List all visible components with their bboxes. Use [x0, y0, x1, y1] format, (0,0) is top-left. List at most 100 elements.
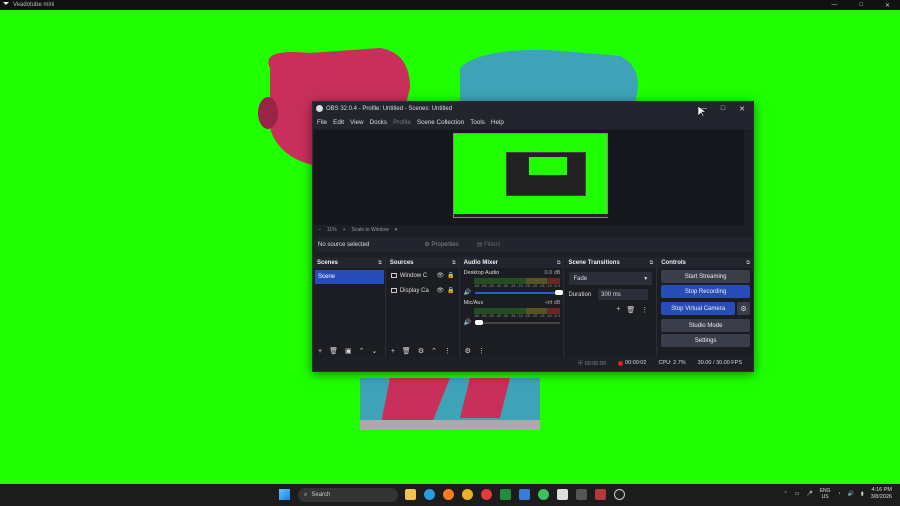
app-blue-icon[interactable] — [519, 489, 530, 500]
dock-menu-icon[interactable]: ⧉ — [378, 260, 382, 266]
mixer-channel: Mic/Aux -inf dB -60 -55 -50 -45 -40 -35 -… — [461, 298, 564, 328]
dock-menu-icon[interactable]: ⧉ — [557, 260, 561, 266]
menu-tools[interactable]: Tools — [470, 119, 485, 126]
volume-icon[interactable]: 🔊 — [848, 491, 854, 497]
microphone-icon[interactable]: 🎤 — [806, 491, 812, 497]
language-indicator[interactable]: ENG US — [820, 488, 831, 500]
zoom-level: 11% — [326, 227, 337, 233]
windows-start-icon[interactable] — [279, 489, 290, 500]
veadotube-icon[interactable] — [595, 489, 606, 500]
chevron-up-icon[interactable]: ⌃ — [784, 491, 788, 497]
app-dark-icon[interactable] — [576, 489, 587, 500]
excel-icon[interactable] — [500, 489, 511, 500]
wifi-icon[interactable]: ◔ — [838, 491, 841, 497]
edge-icon[interactable] — [424, 489, 435, 500]
eye-icon[interactable]: 👁 — [437, 272, 445, 279]
menu-docks[interactable]: Docks — [370, 119, 388, 126]
more-icon[interactable]: ⋮ — [478, 347, 485, 355]
docks-area: Scenes ⧉ Scene + 🗑 ▣ ⌃ ⌄ Sources ⧉ Window … — [314, 257, 754, 357]
system-tray: ⌃ ▭ 🎤 ENG US ◔ 🔊 ▮ 4:16 PM 3/8/2026 — [784, 487, 892, 501]
channel-db: 0.0 dB — [544, 270, 561, 276]
obs-window: OBS 32.0.4 - Profile: Untitled - Scenes:… — [312, 101, 754, 372]
settings-button[interactable]: Settings — [661, 334, 750, 347]
no-source-label: No source selected — [318, 241, 370, 248]
trash-icon[interactable]: 🗑 — [329, 347, 338, 355]
up-icon[interactable]: ⌃ — [359, 347, 365, 355]
battery-icon[interactable]: ▮ — [861, 491, 864, 497]
chrome-icon[interactable] — [462, 489, 473, 500]
taskbar-search[interactable]: ⌕ Search — [298, 488, 398, 502]
filters-button[interactable]: ▤ Filters — [477, 241, 501, 248]
preview-canvas[interactable] — [314, 130, 744, 225]
obs-close-icon[interactable]: ✕ — [739, 105, 745, 113]
zoom-in-icon[interactable]: + — [343, 227, 346, 233]
menu-edit[interactable]: Edit — [333, 119, 344, 126]
down-icon[interactable]: ⌄ — [371, 347, 377, 355]
obs-menubar: File Edit View Docks Profile Scene Colle… — [313, 115, 753, 129]
scale-mode[interactable]: Scale to Window — [351, 227, 388, 233]
source-item[interactable]: Window C 👁 🔒 — [387, 268, 459, 283]
zoom-out-icon[interactable]: − — [318, 227, 321, 233]
zoom-bar: − 11% + Scale to Window ▾ — [314, 225, 744, 235]
menu-help[interactable]: Help — [491, 119, 504, 126]
channel-db: -inf dB — [544, 300, 561, 306]
add-icon[interactable]: + — [318, 348, 322, 355]
trash-icon[interactable]: 🗑 — [626, 306, 635, 314]
lock-icon[interactable]: 🔒 — [447, 287, 454, 294]
menu-scene-collection[interactable]: Scene Collection — [417, 119, 464, 126]
eye-icon[interactable]: 👁 — [437, 287, 445, 294]
obs-icon[interactable] — [614, 489, 625, 500]
obs-titlebar: OBS 32.0.4 - Profile: Untitled - Scenes:… — [313, 102, 753, 115]
maximize-icon[interactable]: □ — [859, 2, 863, 9]
menu-profile[interactable]: Profile — [393, 119, 411, 126]
minimize-icon[interactable]: — — [831, 2, 837, 9]
volume-slider[interactable]: 🔊 — [464, 289, 564, 296]
studio-mode-button[interactable]: Studio Mode — [661, 319, 750, 332]
chrome-dev-icon[interactable] — [538, 489, 549, 500]
scenes-title: Scenes — [317, 259, 339, 266]
dock-menu-icon[interactable]: ⧉ — [650, 260, 654, 266]
dock-menu-icon[interactable]: ⧉ — [746, 260, 750, 266]
trash-icon[interactable]: 🗑 — [402, 347, 411, 355]
duration-input[interactable]: 300 ms — [598, 289, 649, 300]
speaker-icon[interactable]: 🔊 — [464, 289, 471, 296]
usb-icon[interactable]: ▭ — [795, 491, 800, 497]
dock-menu-icon[interactable]: ⧉ — [452, 260, 456, 266]
mouse-cursor-icon — [698, 106, 706, 118]
stop-recording-button[interactable]: Stop Recording — [661, 285, 750, 298]
snipping-tool-icon[interactable] — [557, 489, 568, 500]
lock-icon[interactable]: 🔒 — [447, 272, 454, 279]
more-icon[interactable]: ⋮ — [641, 306, 648, 314]
source-item[interactable]: Display Ca 👁 🔒 — [387, 283, 459, 298]
scene-item[interactable]: Scene — [315, 270, 384, 284]
properties-button[interactable]: ⚙ Properties — [424, 241, 458, 248]
menu-view[interactable]: View — [350, 119, 364, 126]
controls-dock: Controls ⧉ Start Streaming Stop Recording… — [658, 257, 754, 357]
firefox-icon[interactable] — [443, 489, 454, 500]
stop-virtual-camera-button[interactable]: Stop Virtual Camera — [661, 302, 735, 315]
more-icon[interactable]: ⋮ — [444, 347, 451, 355]
transition-select[interactable]: Fade ▼ — [569, 272, 653, 285]
gear-icon[interactable]: ⚙ — [418, 347, 424, 355]
mixer-settings-icon[interactable]: ⚙ — [465, 347, 471, 355]
volume-meter — [473, 308, 561, 314]
close-icon[interactable]: ✕ — [885, 2, 890, 9]
clock[interactable]: 4:16 PM 3/8/2026 — [871, 487, 892, 501]
speaker-icon[interactable]: 🔊 — [464, 319, 471, 326]
menu-file[interactable]: File — [317, 119, 327, 126]
chevron-down-icon[interactable]: ▾ — [395, 227, 398, 233]
file-explorer-icon[interactable] — [405, 489, 416, 500]
obs-window-title: OBS 32.0.4 - Profile: Untitled - Scenes:… — [326, 105, 453, 112]
filter-icon[interactable]: ▣ — [345, 347, 352, 355]
record-status: 00:00:02 — [618, 360, 646, 366]
gear-icon[interactable]: ⚙ — [737, 302, 750, 315]
add-icon[interactable]: + — [391, 348, 395, 355]
add-icon[interactable]: + — [616, 306, 620, 314]
veadotube-logo-icon — [3, 2, 9, 8]
obs-maximize-icon[interactable]: □ — [721, 105, 725, 113]
source-info-bar: No source selected ⚙ Properties ▤ Filter… — [314, 237, 754, 252]
app-red-icon[interactable] — [481, 489, 492, 500]
start-streaming-button[interactable]: Start Streaming — [661, 270, 750, 283]
volume-slider[interactable]: 🔊 — [464, 319, 561, 326]
up-icon[interactable]: ⌃ — [431, 347, 437, 355]
